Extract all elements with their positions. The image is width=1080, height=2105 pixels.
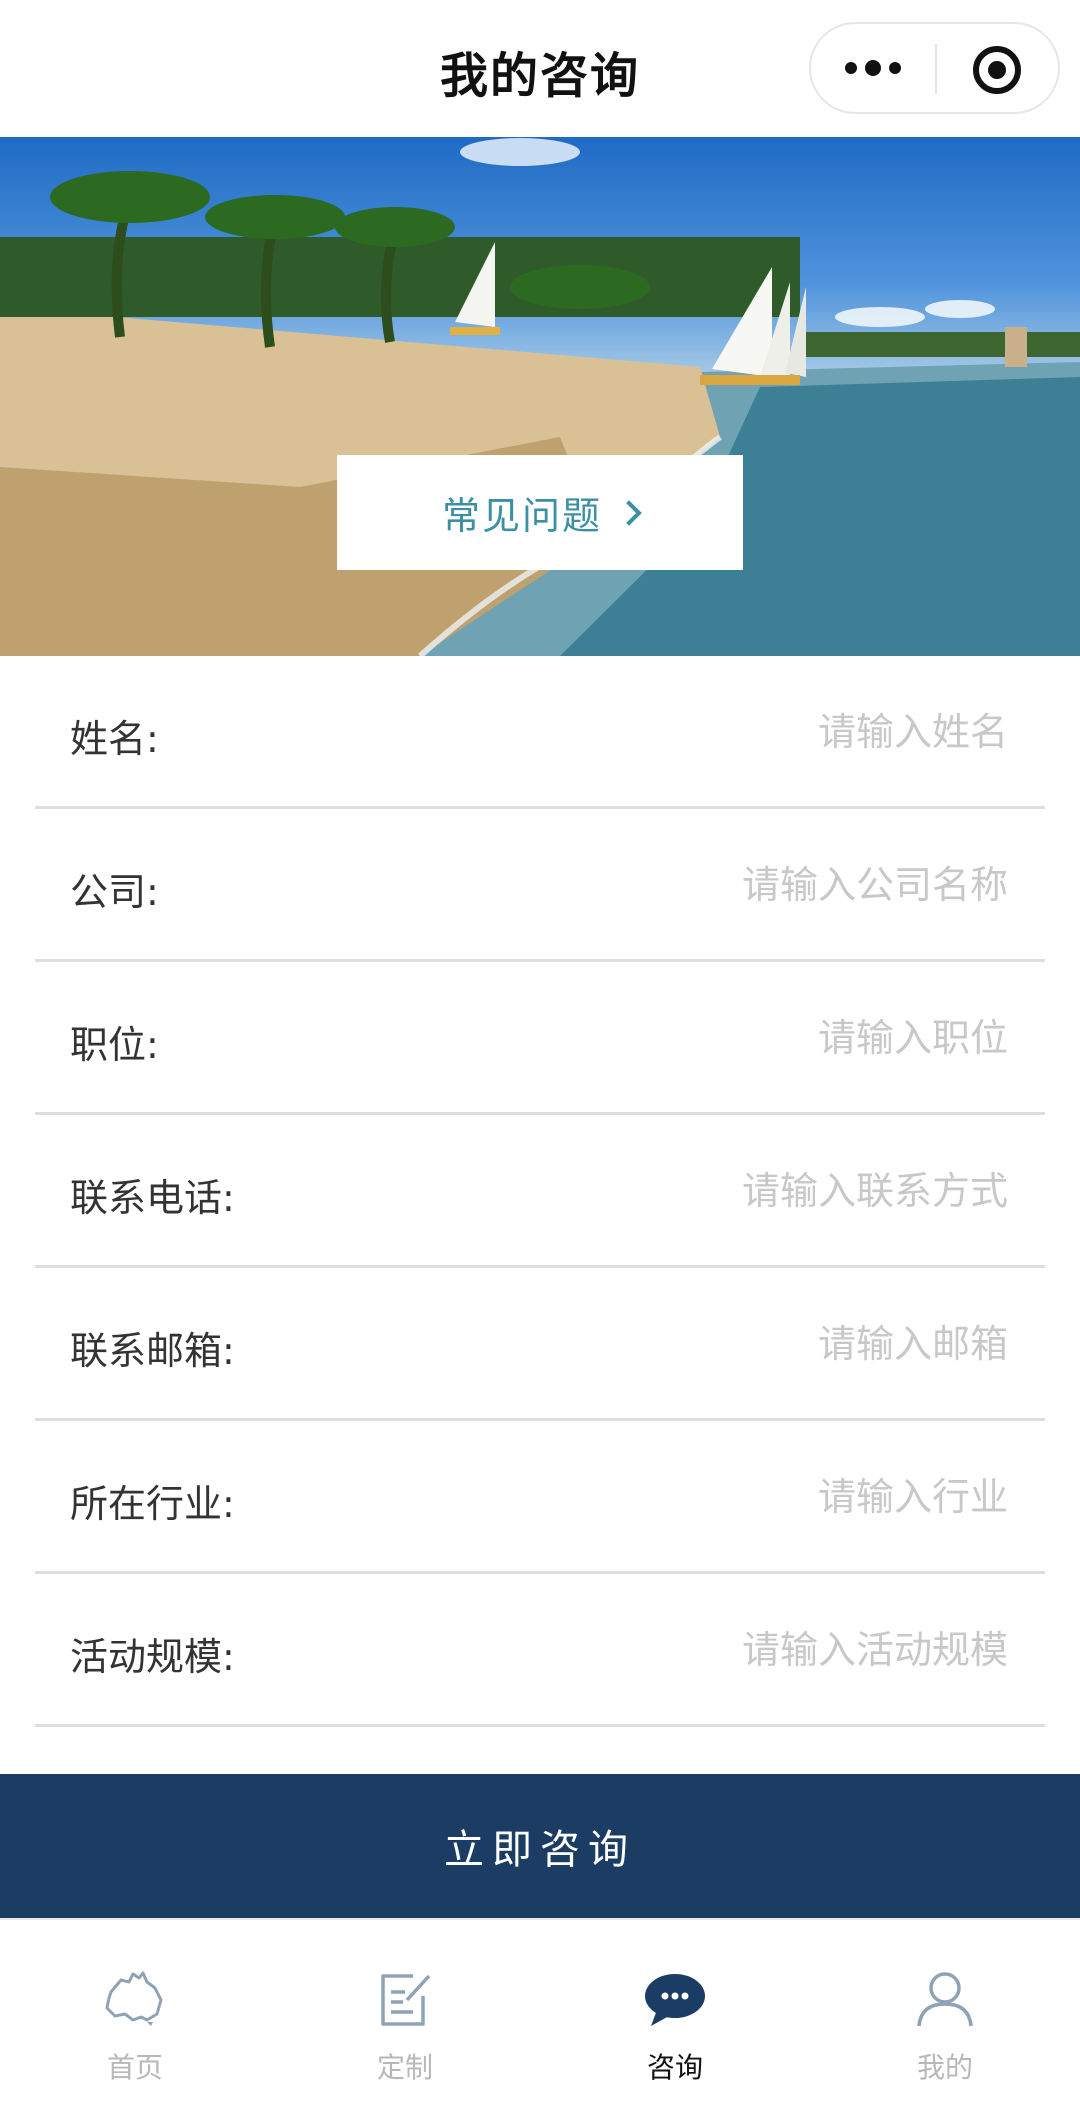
consultation-form: 姓名: 公司: 职位: 联系电话: 联系邮箱: 所在行业: 活动规模: bbox=[0, 656, 1080, 1727]
position-input[interactable] bbox=[410, 1002, 1010, 1074]
email-input[interactable] bbox=[410, 1308, 1010, 1380]
consult-now-button[interactable]: 立即咨询 bbox=[0, 1774, 1080, 1918]
phone-label: 联系电话: bbox=[70, 1176, 235, 1220]
tab-home[interactable]: 首页 bbox=[0, 1920, 270, 2105]
australia-map-icon bbox=[103, 1970, 167, 2028]
form-row-industry: 所在行业: bbox=[35, 1421, 1045, 1574]
beach-scene-illustration bbox=[0, 138, 1080, 656]
navigation-bar: 我的咨询 bbox=[0, 0, 1080, 137]
mini-program-capsule bbox=[809, 22, 1060, 114]
tab-customize[interactable]: 定制 bbox=[270, 1920, 540, 2105]
form-row-phone: 联系电话: bbox=[35, 1115, 1045, 1268]
form-row-name: 姓名: bbox=[35, 656, 1045, 809]
name-input[interactable] bbox=[410, 696, 1010, 768]
banner-image: 常见问题 bbox=[0, 137, 1080, 656]
tab-profile-label: 我的 bbox=[916, 2051, 973, 2084]
name-label: 姓名: bbox=[70, 717, 159, 761]
chevron-right-icon bbox=[616, 499, 642, 526]
event-scale-input[interactable] bbox=[410, 1614, 1010, 1686]
event-scale-label: 活动规模: bbox=[70, 1635, 235, 1679]
form-row-email: 联系邮箱: bbox=[35, 1268, 1045, 1421]
faq-button[interactable]: 常见问题 bbox=[337, 455, 743, 570]
company-input[interactable] bbox=[410, 849, 1010, 921]
more-dots-icon[interactable] bbox=[811, 24, 935, 112]
form-row-position: 职位: bbox=[35, 962, 1045, 1115]
bottom-tab-bar: 首页 定制 咨询 我的 bbox=[0, 1918, 1080, 2105]
company-label: 公司: bbox=[70, 870, 159, 914]
tab-customize-label: 定制 bbox=[376, 2051, 433, 2084]
capsule-divider bbox=[935, 44, 937, 94]
tab-home-label: 首页 bbox=[106, 2051, 163, 2084]
form-row-event-scale: 活动规模: bbox=[35, 1574, 1045, 1727]
target-circle-icon[interactable] bbox=[973, 46, 1021, 94]
user-profile-icon bbox=[913, 1970, 977, 2028]
chat-bubble-icon bbox=[643, 1970, 707, 2028]
tab-profile[interactable]: 我的 bbox=[810, 1920, 1080, 2105]
phone-input[interactable] bbox=[410, 1155, 1010, 1227]
email-label: 联系邮箱: bbox=[70, 1329, 235, 1373]
position-label: 职位: bbox=[70, 1023, 159, 1067]
form-row-company: 公司: bbox=[35, 809, 1045, 962]
tab-consult-label: 咨询 bbox=[646, 2051, 703, 2084]
tab-consult[interactable]: 咨询 bbox=[540, 1920, 810, 2105]
edit-note-icon bbox=[373, 1970, 437, 2028]
faq-label: 常见问题 bbox=[441, 496, 602, 538]
industry-label: 所在行业: bbox=[70, 1482, 235, 1526]
industry-input[interactable] bbox=[410, 1461, 1010, 1533]
